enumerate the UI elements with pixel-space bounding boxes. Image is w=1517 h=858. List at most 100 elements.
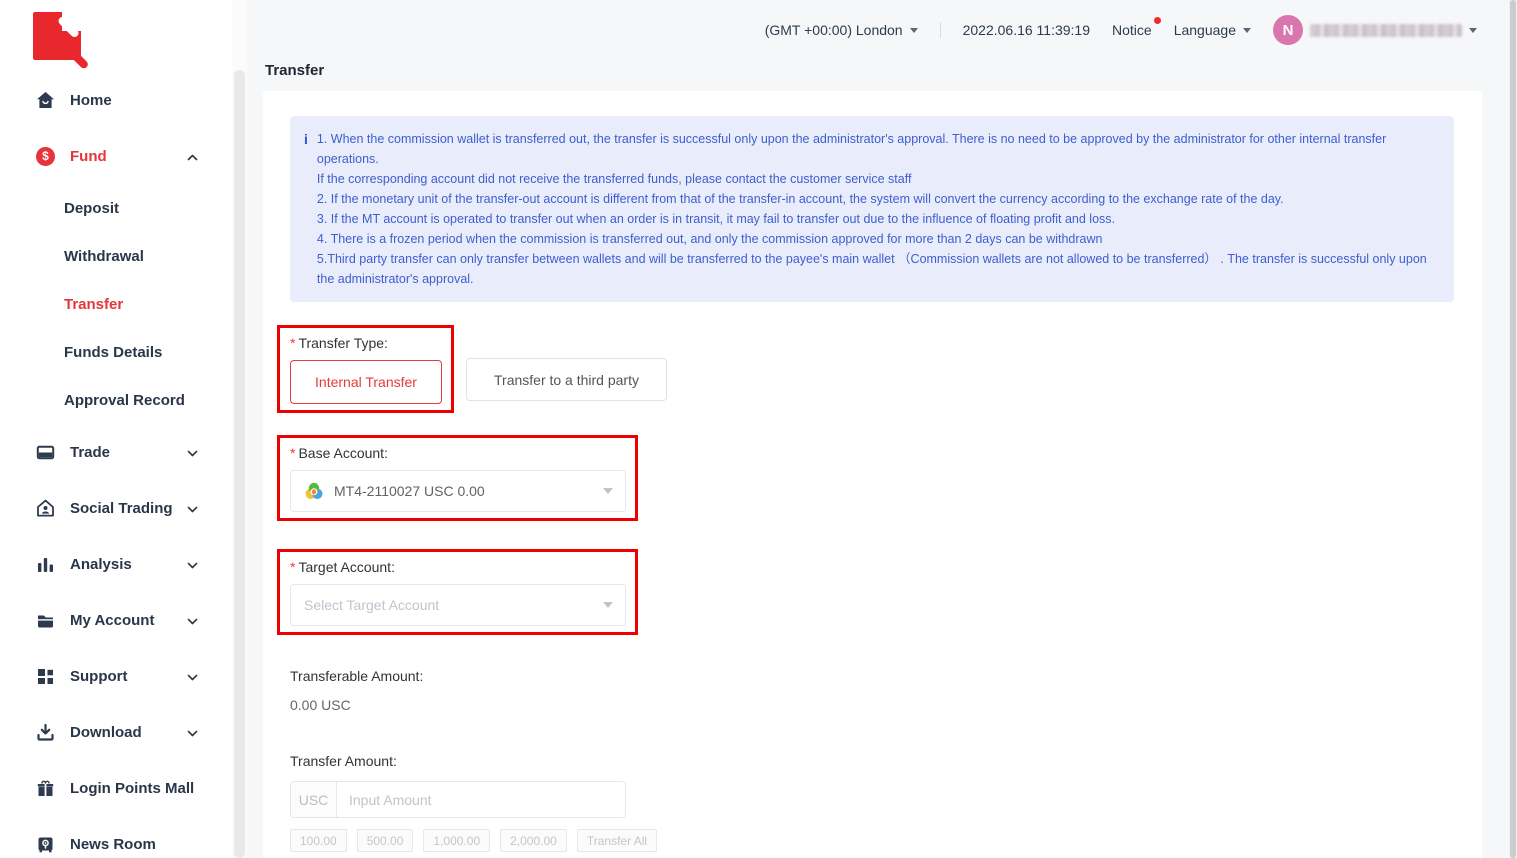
language-selector[interactable]: Language bbox=[1174, 22, 1251, 38]
sidebar-item-label: Support bbox=[70, 668, 187, 685]
target-account-select[interactable]: Select Target Account bbox=[290, 584, 626, 626]
folder-icon bbox=[36, 611, 55, 630]
main-area: (GMT +00:00) London 2022.06.16 11:39:19 … bbox=[247, 0, 1509, 858]
chevron-down-icon bbox=[910, 28, 918, 33]
amount-input[interactable] bbox=[337, 782, 625, 817]
chevron-down-icon bbox=[187, 724, 198, 741]
news-room-icon bbox=[36, 835, 55, 854]
sidebar-item-home[interactable]: Home bbox=[0, 72, 232, 128]
annotation-box-base-account: *Base Account: MT4-2110027 USC 0.00 bbox=[277, 435, 638, 521]
download-icon bbox=[36, 723, 55, 742]
preset-amount-button[interactable]: 2,000.00 bbox=[500, 829, 567, 852]
info-line: 2. If the monetary unit of the transfer-… bbox=[317, 189, 1438, 209]
sidebar-item-label: Approval Record bbox=[64, 392, 185, 409]
sidebar-item-news-room[interactable]: News Room bbox=[0, 816, 232, 858]
sidebar-scrollbar[interactable] bbox=[232, 0, 247, 858]
chevron-down-icon bbox=[187, 612, 198, 629]
amount-preset-row: 100.00 500.00 1,000.00 2,000.00 Transfer… bbox=[290, 829, 1454, 852]
preset-amount-button[interactable]: 1,000.00 bbox=[423, 829, 490, 852]
sidebar-item-transfer[interactable]: Transfer bbox=[0, 280, 232, 328]
home-icon bbox=[36, 91, 55, 110]
currency-prefix: USC bbox=[291, 782, 337, 817]
datetime-label: 2022.06.16 11:39:19 bbox=[963, 22, 1090, 38]
transferable-amount-value: 0.00 USC bbox=[290, 697, 1454, 713]
sidebar: Home $ Fund Deposit Withdrawal Transfer … bbox=[0, 0, 232, 858]
annotation-box-transfer-type: *Transfer Type: Internal Transfer bbox=[277, 325, 454, 413]
sidebar-item-social-trading[interactable]: Social Trading bbox=[0, 480, 232, 536]
sidebar-item-withdrawal[interactable]: Withdrawal bbox=[0, 232, 232, 280]
topbar: (GMT +00:00) London 2022.06.16 11:39:19 … bbox=[247, 0, 1509, 60]
info-line: 5.Third party transfer can only transfer… bbox=[317, 249, 1438, 289]
internal-transfer-button[interactable]: Internal Transfer bbox=[290, 360, 442, 404]
info-line: If the corresponding account did not rec… bbox=[317, 169, 1438, 189]
sidebar-item-fund[interactable]: $ Fund bbox=[0, 128, 232, 184]
sidebar-item-label: My Account bbox=[70, 612, 187, 629]
page-scrollbar-thumb[interactable] bbox=[1510, 0, 1516, 858]
fund-dollar-icon: $ bbox=[36, 147, 55, 166]
third-party-transfer-button[interactable]: Transfer to a third party bbox=[466, 358, 667, 401]
transferable-amount-label: Transferable Amount: bbox=[290, 668, 1454, 684]
notice-label: Notice bbox=[1112, 22, 1152, 38]
chevron-down-icon bbox=[187, 668, 198, 685]
preset-amount-button[interactable]: 500.00 bbox=[357, 829, 414, 852]
chevron-down-icon bbox=[603, 488, 613, 494]
sidebar-item-download[interactable]: Download bbox=[0, 704, 232, 760]
chevron-down-icon bbox=[603, 602, 613, 608]
info-notice-box: i 1. When the commission wallet is trans… bbox=[290, 116, 1454, 302]
sidebar-item-funds-details[interactable]: Funds Details bbox=[0, 328, 232, 376]
chevron-down-icon bbox=[1469, 28, 1477, 33]
sidebar-item-label: Download bbox=[70, 724, 187, 741]
sidebar-item-label: News Room bbox=[70, 836, 198, 853]
brand-logo-icon[interactable] bbox=[33, 12, 81, 60]
user-menu[interactable]: N bbox=[1273, 15, 1477, 45]
sidebar-item-label: Social Trading bbox=[70, 500, 187, 517]
required-marker: * bbox=[290, 559, 295, 575]
required-marker: * bbox=[290, 445, 295, 461]
transfer-amount-label: Transfer Amount: bbox=[290, 753, 1454, 769]
timezone-selector[interactable]: (GMT +00:00) London bbox=[765, 22, 918, 38]
chevron-down-icon bbox=[187, 500, 198, 517]
required-marker: * bbox=[290, 335, 295, 351]
info-line: 1. When the commission wallet is transfe… bbox=[317, 129, 1438, 169]
info-line: 3. If the MT account is operated to tran… bbox=[317, 209, 1438, 229]
sidebar-nav: Home $ Fund Deposit Withdrawal Transfer … bbox=[0, 72, 232, 858]
page-title: Transfer bbox=[265, 62, 1509, 79]
sidebar-item-approval-record[interactable]: Approval Record bbox=[0, 376, 232, 424]
social-trading-icon bbox=[36, 499, 55, 518]
bar-chart-icon bbox=[36, 555, 55, 574]
avatar: N bbox=[1273, 15, 1303, 45]
notice-button[interactable]: Notice bbox=[1112, 22, 1152, 38]
sidebar-item-login-points-mall[interactable]: Login Points Mall bbox=[0, 760, 232, 816]
page-scrollbar[interactable] bbox=[1509, 0, 1517, 858]
grid-icon bbox=[36, 667, 55, 686]
mt4-icon bbox=[304, 481, 324, 501]
sidebar-scrollbar-thumb[interactable] bbox=[234, 70, 245, 858]
base-account-value: MT4-2110027 USC 0.00 bbox=[334, 483, 603, 499]
sidebar-item-my-account[interactable]: My Account bbox=[0, 592, 232, 648]
user-name-redacted bbox=[1310, 24, 1462, 37]
sidebar-item-label: Funds Details bbox=[64, 344, 162, 361]
info-line: 4. There is a frozen period when the com… bbox=[317, 229, 1438, 249]
transfer-type-row: *Transfer Type: Internal Transfer Transf… bbox=[290, 325, 1454, 413]
sidebar-item-support[interactable]: Support bbox=[0, 648, 232, 704]
sidebar-item-label: Analysis bbox=[70, 556, 187, 573]
transfer-amount-group: USC bbox=[290, 781, 626, 818]
sidebar-item-trade[interactable]: Trade bbox=[0, 424, 232, 480]
chevron-up-icon bbox=[187, 148, 198, 165]
sidebar-item-analysis[interactable]: Analysis bbox=[0, 536, 232, 592]
sidebar-item-label: Fund bbox=[70, 148, 187, 165]
target-account-placeholder: Select Target Account bbox=[304, 597, 603, 613]
wallet-icon bbox=[36, 443, 55, 462]
transfer-type-label: *Transfer Type: bbox=[290, 335, 442, 351]
language-label: Language bbox=[1174, 22, 1236, 38]
sidebar-item-label: Home bbox=[70, 92, 198, 109]
transfer-all-button[interactable]: Transfer All bbox=[577, 829, 657, 852]
chevron-down-icon bbox=[187, 556, 198, 573]
base-account-select[interactable]: MT4-2110027 USC 0.00 bbox=[290, 470, 626, 512]
transfer-card: i 1. When the commission wallet is trans… bbox=[263, 91, 1482, 858]
preset-amount-button[interactable]: 100.00 bbox=[290, 829, 347, 852]
sidebar-item-label: Withdrawal bbox=[64, 248, 144, 265]
sidebar-item-label: Trade bbox=[70, 444, 187, 461]
sidebar-item-label: Transfer bbox=[64, 296, 123, 313]
sidebar-item-deposit[interactable]: Deposit bbox=[0, 184, 232, 232]
